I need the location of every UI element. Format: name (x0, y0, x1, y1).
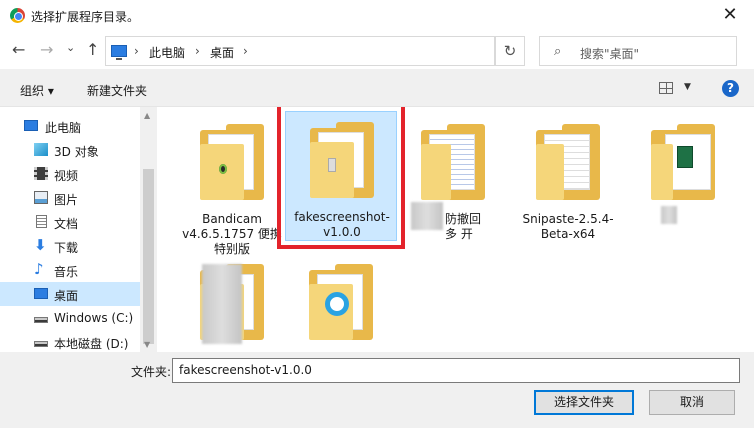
file-item-blurred[interactable] (176, 254, 288, 352)
blurred-region (411, 202, 443, 230)
sidebar-item-label: 文档 (54, 217, 79, 231)
file-item-fakescreenshot[interactable]: fakescreenshot-v1.0.0 (277, 107, 405, 249)
sidebar-item-label: 音乐 (54, 265, 79, 279)
forward-button[interactable]: → (40, 41, 53, 59)
file-name: 防撤回 多 开 (445, 212, 482, 241)
view-options-icon[interactable] (659, 82, 673, 94)
music-icon: ♪ (34, 260, 44, 278)
search-icon: ⌕ (554, 44, 562, 59)
scroll-up-arrow-icon[interactable]: ▲ (144, 111, 150, 120)
cancel-button[interactable]: 取消 (649, 390, 735, 415)
recent-dropdown-button[interactable]: ⌄ (66, 39, 75, 57)
chrome-icon (10, 8, 25, 23)
sidebar-item-video[interactable]: 视频 (0, 162, 140, 186)
documents-icon (36, 215, 47, 228)
drive-d-icon (34, 341, 48, 347)
file-item-browser[interactable] (285, 254, 397, 352)
sidebar-item-label: 本地磁盘 (D:) (54, 337, 129, 351)
desktop-icon (34, 288, 48, 299)
scroll-down-arrow-icon[interactable]: ▼ (144, 340, 150, 349)
breadcrumb-separator[interactable]: › (195, 44, 200, 58)
window-title: 选择扩展程序目录。 (31, 10, 140, 24)
sidebar-item-label: 桌面 (54, 289, 79, 303)
blurred-region (202, 264, 242, 344)
drive-c-icon (34, 317, 48, 323)
folder-icon (309, 264, 373, 342)
file-name: fakescreenshot-v1.0.0 (294, 210, 390, 239)
search-placeholder: 搜索"桌面" (580, 47, 640, 61)
help-icon[interactable]: ? (722, 80, 739, 97)
scrollbar-thumb[interactable] (143, 169, 154, 344)
spreadsheet-icon (677, 146, 693, 168)
file-item-snipaste[interactable]: Snipaste-2.5.4-Beta-x64 (512, 114, 624, 244)
file-name: Bandicam v4.6.5.1757 便携特别版 (182, 212, 282, 256)
bottom-panel: 文件夹: fakescreenshot-v1.0.0 选择文件夹 取消 (0, 352, 754, 428)
video-icon (34, 167, 48, 180)
folder-icon (651, 124, 715, 202)
sidebar-scrollbar[interactable]: ▲ ▼ (140, 107, 157, 352)
sidebar-item-label: Windows (C:) (54, 311, 134, 325)
breadcrumb-separator[interactable]: › (134, 44, 139, 58)
address-row: ← → ⌄ ↑ › 此电脑 › 桌面 › ⌄ ↻ ⌕ 搜索"桌面" (0, 31, 754, 69)
address-bar[interactable]: › 此电脑 › 桌面 › ⌄ (105, 36, 582, 66)
navigation-pane: 此电脑 3D 对象 视频 图片 文档 ⬇ 下载 ♪ 音乐 桌面 Windows … (0, 107, 140, 352)
folder-field-label: 文件夹: (131, 365, 172, 379)
folder-icon (421, 124, 485, 202)
close-button[interactable]: ✕ (718, 4, 742, 28)
sidebar-item-documents[interactable]: 文档 (0, 210, 140, 234)
sidebar-item-drive-c[interactable]: Windows (C:) (0, 306, 140, 330)
sidebar-item-this-pc[interactable]: 此电脑 (0, 114, 140, 138)
file-item-bandicam[interactable]: Bandicam v4.6.5.1757 便携特别版 (176, 114, 288, 256)
downloads-icon: ⬇ (34, 236, 47, 254)
command-bar: 组织 ▾ 新建文件夹 ▼ ? (0, 69, 754, 107)
sidebar-item-label: 此电脑 (45, 121, 82, 135)
title-bar: 选择扩展程序目录。 ✕ (0, 0, 754, 31)
view-dropdown-button[interactable]: ▼ (684, 82, 691, 92)
pictures-icon (34, 191, 48, 204)
3d-objects-icon (34, 143, 48, 156)
pc-icon (24, 120, 38, 131)
file-item-anti-recall[interactable]: 防撤回 多 开 (397, 114, 509, 244)
sidebar-item-label: 图片 (54, 193, 79, 207)
sidebar-item-drive-d[interactable]: 本地磁盘 (D:) (0, 330, 140, 352)
sidebar-item-downloads[interactable]: ⬇ 下载 (0, 234, 140, 258)
back-button[interactable]: ← (12, 41, 25, 59)
folder-icon (536, 124, 600, 202)
sidebar-item-label: 视频 (54, 169, 79, 183)
search-input[interactable]: ⌕ 搜索"桌面" (539, 36, 737, 66)
sidebar-item-3d-objects[interactable]: 3D 对象 (0, 138, 140, 162)
up-button[interactable]: ↑ (86, 41, 99, 59)
pc-icon (111, 45, 127, 60)
breadcrumb-separator[interactable]: › (243, 44, 248, 58)
file-name: Snipaste-2.5.4-Beta-x64 (522, 212, 614, 241)
folder-icon (310, 122, 374, 200)
folder-name-input[interactable]: fakescreenshot-v1.0.0 (172, 358, 740, 383)
breadcrumb-this-pc[interactable]: 此电脑 (149, 44, 185, 61)
breadcrumb-desktop[interactable]: 桌面 (210, 44, 234, 61)
sidebar-item-label: 下载 (54, 241, 79, 255)
folder-icon (200, 124, 264, 202)
refresh-button[interactable]: ↻ (495, 36, 525, 66)
browser-icon (325, 292, 349, 316)
file-item-spreadsheet[interactable] (627, 114, 739, 244)
sidebar-item-label: 3D 对象 (54, 145, 99, 159)
file-list: Bandicam v4.6.5.1757 便携特别版 fakescreensho… (157, 107, 754, 352)
select-folder-button[interactable]: 选择文件夹 (534, 390, 634, 415)
blurred-region (661, 206, 677, 224)
sidebar-item-music[interactable]: ♪ 音乐 (0, 258, 140, 282)
sidebar-item-desktop[interactable]: 桌面 (0, 282, 140, 306)
organize-button[interactable]: 组织 ▾ (20, 82, 54, 99)
new-folder-button[interactable]: 新建文件夹 (87, 82, 147, 99)
sidebar-item-pictures[interactable]: 图片 (0, 186, 140, 210)
